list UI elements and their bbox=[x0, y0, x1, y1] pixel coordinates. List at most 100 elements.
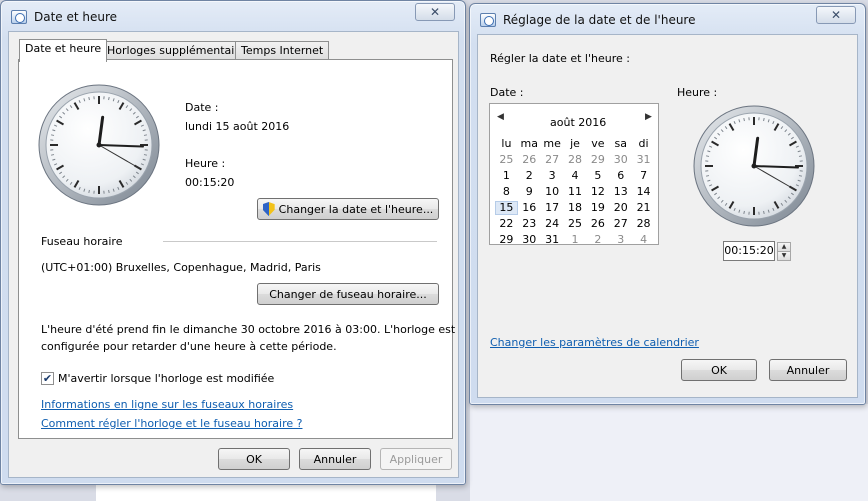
date-label: Date : bbox=[185, 101, 219, 114]
ok-button[interactable]: OK bbox=[218, 448, 290, 470]
calendar-day[interactable]: 24 bbox=[541, 217, 564, 231]
calendar-day[interactable]: 31 bbox=[541, 233, 564, 247]
calendar-day[interactable]: 2 bbox=[586, 233, 609, 247]
close-button[interactable]: ✕ bbox=[415, 3, 455, 21]
clock-minute-tick bbox=[743, 117, 745, 122]
cancel-button[interactable]: Annuler bbox=[769, 359, 847, 381]
weekday-header: di bbox=[638, 137, 649, 150]
apply-button[interactable]: Appliquer bbox=[380, 448, 452, 470]
calendar-day[interactable]: 22 bbox=[495, 217, 518, 231]
calendar-day[interactable]: 10 bbox=[541, 185, 564, 199]
calendar-day[interactable]: 21 bbox=[632, 201, 655, 215]
cancel-button[interactable]: Annuler bbox=[299, 448, 371, 470]
calendar-day[interactable]: 25 bbox=[495, 153, 518, 167]
next-month-icon[interactable]: ▶ bbox=[645, 112, 652, 122]
change-calendar-settings-link[interactable]: Changer les paramètres de calendrier bbox=[490, 336, 699, 349]
previous-month-icon[interactable]: ◀ bbox=[497, 112, 504, 122]
calendar-day[interactable]: 11 bbox=[564, 185, 587, 199]
calendar-day[interactable]: 29 bbox=[495, 233, 518, 247]
weekday-header: sa bbox=[614, 137, 627, 150]
window-title: Date et heure bbox=[34, 10, 118, 24]
time-spin-down-icon[interactable]: ▼ bbox=[777, 251, 791, 261]
calendar-day[interactable]: 3 bbox=[609, 233, 632, 247]
weekday-header: ve bbox=[591, 137, 605, 150]
clock-minute-tick bbox=[705, 175, 710, 177]
change-date-time-button[interactable]: Changer la date et l'heure... bbox=[257, 198, 439, 220]
clock-minute-tick bbox=[108, 96, 110, 101]
change-timezone-button[interactable]: Changer de fuseau horaire... bbox=[257, 283, 439, 305]
title-bar[interactable]: Date et heure ✕ bbox=[1, 1, 465, 31]
calendar-day[interactable]: 18 bbox=[564, 201, 587, 215]
clock-app-icon bbox=[11, 10, 27, 24]
time-label: Heure : bbox=[185, 157, 226, 170]
calendar-day[interactable]: 3 bbox=[541, 169, 564, 183]
calendar-day[interactable]: 1 bbox=[495, 169, 518, 183]
tab-date-and-time[interactable]: Date et heure bbox=[19, 39, 108, 62]
calendar-day[interactable]: 4 bbox=[564, 169, 587, 183]
calendar-day[interactable]: 7 bbox=[632, 169, 655, 183]
calendar-day[interactable]: 2 bbox=[518, 169, 541, 183]
window-title: Réglage de la date et de l'heure bbox=[503, 13, 696, 27]
clock-app-icon bbox=[480, 13, 496, 27]
clock-minute-tick bbox=[50, 134, 55, 136]
calendar-day[interactable]: 27 bbox=[609, 217, 632, 231]
clock-center bbox=[751, 163, 757, 169]
clock-minute-tick bbox=[108, 189, 110, 194]
calendar-day[interactable]: 20 bbox=[609, 201, 632, 215]
calendar-day[interactable]: 19 bbox=[586, 201, 609, 215]
title-bar[interactable]: Réglage de la date et de l'heure ✕ bbox=[470, 4, 865, 34]
timezone-value: (UTC+01:00) Bruxelles, Copenhague, Madri… bbox=[41, 261, 321, 274]
link-how-to-set-clock[interactable]: Comment régler l'horloge et le fuseau ho… bbox=[41, 417, 302, 430]
clock-minute-tick bbox=[705, 155, 710, 157]
time-value: 00:15:20 bbox=[185, 176, 235, 189]
calendar-day[interactable]: 28 bbox=[632, 217, 655, 231]
clock-center bbox=[96, 142, 102, 148]
calendar-day[interactable]: 9 bbox=[518, 185, 541, 199]
calendar-day[interactable]: 5 bbox=[586, 169, 609, 183]
calendar-day[interactable]: 17 bbox=[541, 201, 564, 215]
calendar-day[interactable]: 28 bbox=[564, 153, 587, 167]
change-date-time-label: Changer la date et l'heure... bbox=[278, 202, 434, 216]
link-online-timezone-info[interactable]: Informations en ligne sur les fuseaux ho… bbox=[41, 398, 293, 411]
clock-minute-tick bbox=[50, 154, 55, 156]
calendar-day[interactable]: 14 bbox=[632, 185, 655, 199]
set-date-time-heading: Régler la date et l'heure : bbox=[490, 52, 630, 65]
date-label: Date : bbox=[490, 86, 524, 99]
clock-minute-tick bbox=[88, 96, 90, 101]
ok-button[interactable]: OK bbox=[681, 359, 757, 381]
tab-internet-time[interactable]: Temps Internet bbox=[235, 41, 330, 61]
calendar-day[interactable]: 29 bbox=[586, 153, 609, 167]
notify-checkbox[interactable]: ✔ bbox=[41, 372, 54, 385]
time-label: Heure : bbox=[677, 86, 718, 99]
date-calendar[interactable]: ◀ août 2016 ▶ lu ma me je ve sa di 25 26 27 28 29 30… bbox=[489, 103, 659, 247]
calendar-day[interactable]: 6 bbox=[609, 169, 632, 183]
desktop-background-right bbox=[470, 404, 868, 501]
calendar-day[interactable]: 27 bbox=[541, 153, 564, 167]
notify-checkbox-label: M'avertir lorsque l'horloge est modifiée bbox=[58, 372, 275, 385]
clock-minute-tick bbox=[143, 154, 148, 156]
time-input[interactable]: 00:15:20 bbox=[723, 241, 775, 261]
dst-info-line-1: L'heure d'été prend fin le dimanche 30 o… bbox=[41, 323, 456, 336]
calendar-day[interactable]: 26 bbox=[586, 217, 609, 231]
calendar-day[interactable]: 4 bbox=[632, 233, 655, 247]
calendar-day[interactable]: 15 bbox=[495, 201, 518, 215]
weekday-header: lu bbox=[501, 137, 512, 150]
calendar-month-title[interactable]: août 2016 bbox=[550, 116, 606, 129]
timezone-divider bbox=[163, 241, 437, 242]
calendar-day[interactable]: 31 bbox=[632, 153, 655, 167]
clock-minute-tick bbox=[763, 117, 765, 122]
calendar-day[interactable]: 1 bbox=[564, 233, 587, 247]
calendar-day[interactable]: 8 bbox=[495, 185, 518, 199]
tab-additional-clocks[interactable]: Horloges supplémentaires bbox=[101, 41, 258, 61]
calendar-day[interactable]: 13 bbox=[609, 185, 632, 199]
clock-minute-tick bbox=[798, 155, 803, 157]
calendar-day[interactable]: 12 bbox=[586, 185, 609, 199]
calendar-day[interactable]: 16 bbox=[518, 201, 541, 215]
close-button[interactable]: ✕ bbox=[816, 6, 856, 24]
calendar-day[interactable]: 30 bbox=[609, 153, 632, 167]
calendar-day[interactable]: 26 bbox=[518, 153, 541, 167]
calendar-day[interactable]: 23 bbox=[518, 217, 541, 231]
clock-minute-tick bbox=[88, 189, 90, 194]
calendar-day[interactable]: 30 bbox=[518, 233, 541, 247]
calendar-day[interactable]: 25 bbox=[564, 217, 587, 231]
